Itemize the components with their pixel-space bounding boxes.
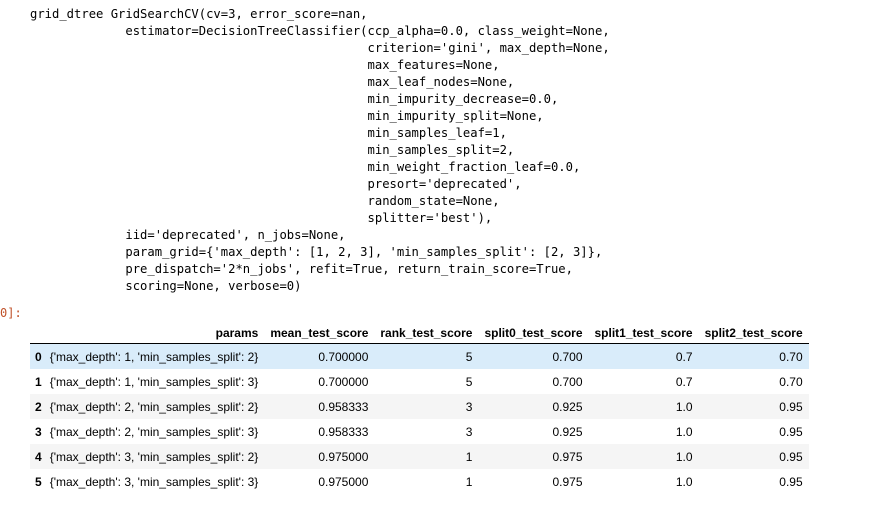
table-row: 2 {'max_depth': 2, 'min_samples_split': … bbox=[30, 394, 809, 419]
table-cell: {'max_depth': 2, 'min_samples_split': 2} bbox=[49, 399, 259, 414]
table-cell: 0.975000 bbox=[318, 449, 369, 464]
table-cell: 0.70 bbox=[779, 374, 803, 389]
row-index: 0 bbox=[35, 349, 42, 364]
table-row: 3 {'max_depth': 2, 'min_samples_split': … bbox=[30, 419, 809, 444]
table-header-row: params mean_test_score rank_test_score s… bbox=[30, 322, 809, 344]
table-cell: 0.700 bbox=[552, 374, 583, 389]
table-cell: 1.0 bbox=[675, 474, 693, 489]
table-cell: 0.700 bbox=[552, 349, 583, 364]
row-index: 4 bbox=[35, 449, 42, 464]
table-cell: 0.958333 bbox=[318, 424, 369, 439]
column-header: rank_test_score bbox=[374, 322, 479, 344]
table-cell: 1.0 bbox=[675, 449, 693, 464]
results-dataframe: params mean_test_score rank_test_score s… bbox=[30, 322, 809, 494]
table-cell: 0.975000 bbox=[318, 474, 369, 489]
row-index: 1 bbox=[35, 374, 42, 389]
table-cell: 0.95 bbox=[779, 424, 803, 439]
table-cell: 1 bbox=[465, 474, 473, 489]
table-cell: 0.958333 bbox=[318, 399, 369, 414]
index-header bbox=[30, 322, 46, 344]
table-cell: 3 bbox=[465, 399, 473, 414]
table-cell: 0.975 bbox=[552, 449, 583, 464]
table-row: 4 {'max_depth': 3, 'min_samples_split': … bbox=[30, 444, 809, 469]
table-row: 5 {'max_depth': 3, 'min_samples_split': … bbox=[30, 469, 809, 494]
table-cell: {'max_depth': 3, 'min_samples_split': 3} bbox=[49, 474, 259, 489]
table-cell: 0.7 bbox=[675, 349, 693, 364]
table-cell: 1.0 bbox=[675, 399, 693, 414]
table-cell: 1.0 bbox=[675, 424, 693, 439]
row-index: 2 bbox=[35, 399, 42, 414]
column-header: params bbox=[45, 322, 265, 344]
column-header: split0_test_score bbox=[478, 322, 589, 344]
table-cell: 5 bbox=[465, 349, 473, 364]
table-row: 0 {'max_depth': 1, 'min_samples_split': … bbox=[30, 343, 809, 369]
table-cell: 0.700000 bbox=[318, 374, 369, 389]
table-cell: 0.700000 bbox=[318, 349, 369, 364]
table-cell: {'max_depth': 2, 'min_samples_split': 3} bbox=[49, 424, 259, 439]
table-cell: 1 bbox=[465, 449, 473, 464]
column-header: split2_test_score bbox=[698, 322, 809, 344]
table-cell: 0.95 bbox=[779, 449, 803, 464]
column-header: split1_test_score bbox=[588, 322, 699, 344]
cell-output-text: grid_dtree GridSearchCV(cv=3, error_scor… bbox=[30, 7, 610, 293]
table-cell: 0.925 bbox=[552, 399, 583, 414]
column-header: mean_test_score bbox=[264, 322, 375, 344]
output-prompt: 0]: bbox=[0, 306, 22, 320]
table-cell: {'max_depth': 1, 'min_samples_split': 3} bbox=[49, 374, 259, 389]
table-cell: {'max_depth': 3, 'min_samples_split': 2} bbox=[49, 449, 259, 464]
table-cell: {'max_depth': 1, 'min_samples_split': 2} bbox=[49, 349, 259, 364]
row-index: 5 bbox=[35, 474, 42, 489]
table-cell: 3 bbox=[465, 424, 473, 439]
table-cell: 0.975 bbox=[552, 474, 583, 489]
row-index: 3 bbox=[35, 424, 42, 439]
table-cell: 5 bbox=[465, 374, 473, 389]
table-cell: 0.95 bbox=[779, 474, 803, 489]
table-cell: 0.925 bbox=[552, 424, 583, 439]
table-cell: 0.95 bbox=[779, 399, 803, 414]
table-row: 1 {'max_depth': 1, 'min_samples_split': … bbox=[30, 369, 809, 394]
table-cell: 0.7 bbox=[675, 374, 693, 389]
table-cell: 0.70 bbox=[779, 349, 803, 364]
